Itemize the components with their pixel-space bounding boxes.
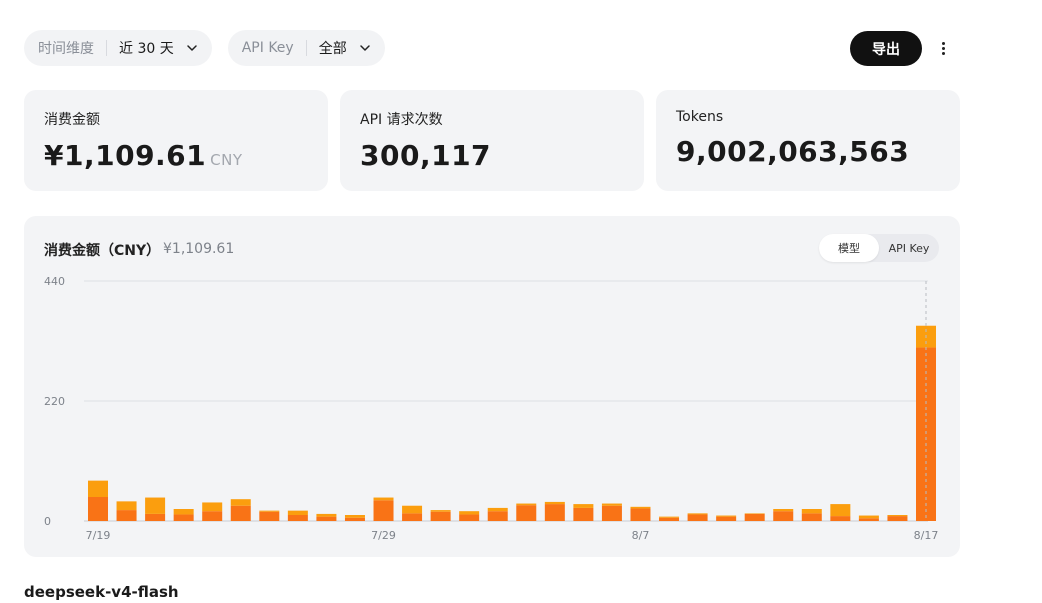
stat-unit: CNY xyxy=(210,151,243,169)
bar-segment xyxy=(858,515,879,519)
bar-segment xyxy=(601,503,622,506)
api-key-value: 全部 xyxy=(318,41,347,57)
bar-segment xyxy=(516,503,537,506)
bar-segment xyxy=(516,505,537,521)
y-tick-label: 220 xyxy=(44,395,65,408)
model-section-title: deepseek-v4-flash xyxy=(24,583,179,601)
bar-segment xyxy=(145,497,166,514)
stat-card-requests: API 请求次数 300,117 xyxy=(340,90,644,191)
bar-segment xyxy=(88,497,108,521)
stat-value: 9,002,063,563 xyxy=(676,135,910,168)
bar-segment xyxy=(687,513,708,515)
bar-segment xyxy=(459,514,480,521)
bar-segment xyxy=(287,510,308,515)
bar-segment xyxy=(887,516,908,521)
stat-amount: ¥1,109.61 xyxy=(44,139,207,172)
bar-segment xyxy=(687,514,708,521)
bar-segment xyxy=(573,504,594,508)
bar-segment xyxy=(459,511,480,515)
bar-segment xyxy=(601,505,622,521)
x-tick-label: 7/29 xyxy=(371,529,396,542)
bar-segment xyxy=(630,506,651,509)
bar-segment xyxy=(773,509,794,512)
bar-segment xyxy=(316,513,337,517)
bar-segment xyxy=(145,513,166,521)
bar-segment xyxy=(116,501,137,511)
bar-segment xyxy=(659,516,680,518)
bar-segment xyxy=(487,507,508,512)
bar-segment xyxy=(344,517,365,521)
bar-segment xyxy=(487,511,508,521)
bar-segment xyxy=(259,510,280,512)
bar-segment xyxy=(801,509,822,514)
bar-segment xyxy=(630,508,651,521)
bar-segment xyxy=(544,501,565,505)
x-tick-label: 8/17 xyxy=(914,529,939,542)
bar-segment xyxy=(430,510,451,512)
bar-segment xyxy=(858,518,879,521)
stat-card-spend: 消费金额 ¥1,109.61 CNY xyxy=(24,90,328,191)
spend-chart-card: 消费金额（CNY） ¥1,109.61 模型 API Key 0 220 440 7/… xyxy=(24,216,960,557)
bar-segment xyxy=(116,510,137,521)
bar-segment xyxy=(659,517,680,521)
stat-title: API 请求次数 xyxy=(360,112,443,128)
bar-segment xyxy=(887,515,908,517)
bar-segment xyxy=(316,516,337,521)
bar-segment xyxy=(373,500,394,521)
api-key-select[interactable]: API Key 全部 xyxy=(227,30,385,66)
bar-segment xyxy=(744,513,765,514)
chevron-down-icon xyxy=(186,45,197,51)
bar-segment xyxy=(344,515,365,518)
stat-title: Tokens xyxy=(676,109,724,125)
bar-segment xyxy=(202,502,223,512)
time-range-value: 近 30 天 xyxy=(119,41,174,57)
stat-card-tokens: Tokens 9,002,063,563 xyxy=(656,90,960,191)
time-range-select[interactable]: 时间维度 近 30 天 xyxy=(24,30,212,66)
chevron-down-icon xyxy=(359,45,370,51)
bar-segment xyxy=(744,513,765,521)
more-vertical-icon[interactable] xyxy=(932,36,954,60)
bar-segment xyxy=(716,515,737,517)
divider xyxy=(106,40,107,56)
bar-segment xyxy=(287,515,308,521)
filter-bar: 时间维度 近 30 天 API Key 全部 xyxy=(24,30,385,66)
bar-segment xyxy=(173,514,194,521)
bar-segment xyxy=(402,505,423,514)
bar-segment xyxy=(230,505,251,521)
bar-segment xyxy=(259,511,280,521)
bar-segment xyxy=(88,480,108,497)
bar-segment xyxy=(573,507,594,521)
bar-segment xyxy=(544,504,565,521)
y-tick-label: 440 xyxy=(44,275,65,288)
bar-segment xyxy=(202,511,223,521)
spend-bar-chart: 0 220 440 7/19 7/29 8/7 8/17 xyxy=(44,275,939,542)
bar-segment xyxy=(830,516,851,521)
api-key-label: API Key xyxy=(241,40,294,56)
bar-segment xyxy=(430,511,451,521)
export-button[interactable]: 导出 xyxy=(850,31,922,66)
bar-segment xyxy=(373,497,394,501)
bar-segment xyxy=(801,513,822,521)
bar-segment xyxy=(173,509,194,515)
bar-segment xyxy=(402,513,423,521)
stat-value: ¥1,109.61 CNY xyxy=(44,139,308,172)
y-tick-label: 0 xyxy=(44,515,51,528)
divider xyxy=(305,40,307,56)
bar-segment xyxy=(773,511,794,521)
x-tick-label: 7/19 xyxy=(86,529,111,542)
bar-segment xyxy=(230,499,251,506)
x-tick-label: 8/7 xyxy=(632,529,650,542)
bar-segment xyxy=(716,516,737,521)
bar-segment xyxy=(830,504,851,517)
time-range-label: 时间维度 xyxy=(38,41,94,57)
stat-title: 消费金额 xyxy=(44,112,100,128)
stat-value: 300,117 xyxy=(360,139,492,172)
